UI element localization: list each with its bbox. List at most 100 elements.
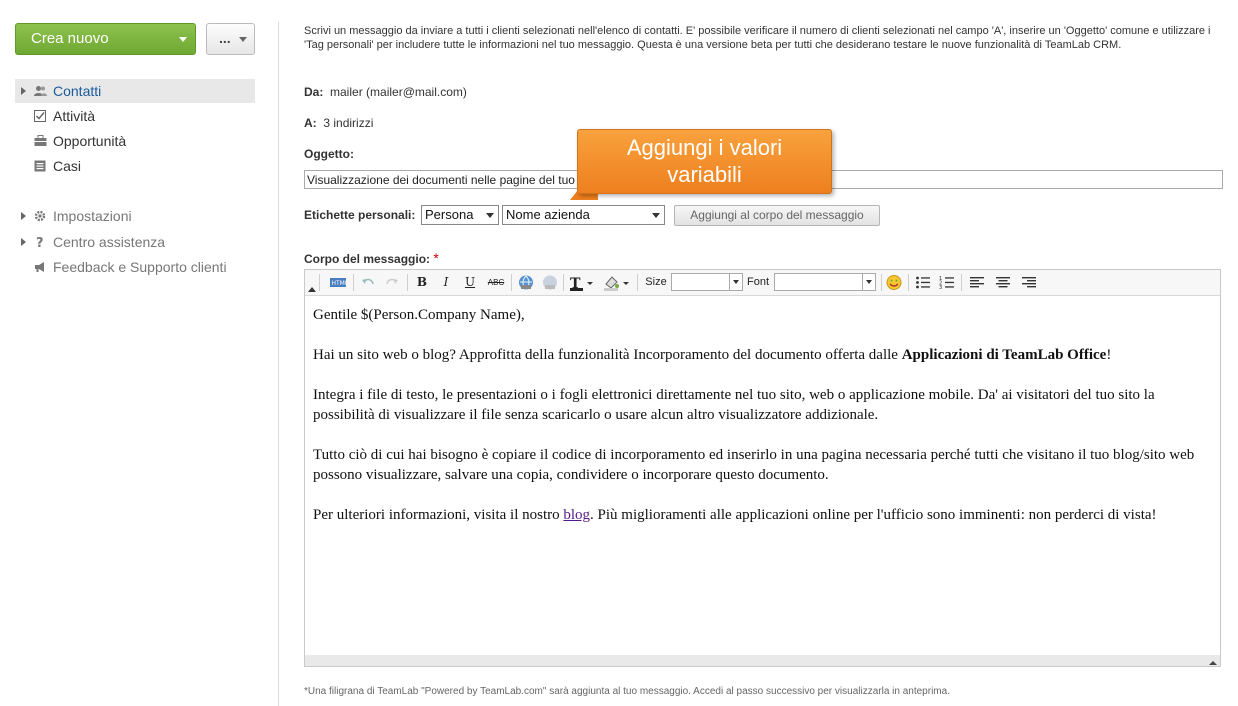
chevron-down-icon	[866, 280, 872, 284]
message-editor: HTML B I U ABC T Size Font 123 Gentile $…	[304, 269, 1221, 667]
sidebar: Crea nuovo ... Contatti Attività Opportu…	[0, 0, 278, 706]
bold-button[interactable]: B	[415, 274, 429, 291]
from-value: mailer (mailer@mail.com)	[330, 85, 467, 99]
remove-link-icon[interactable]	[541, 274, 559, 291]
personal-tags-label-text: Etichette personali:	[304, 208, 416, 222]
body-paragraph: Integra i file di testo, le presentazion…	[313, 387, 1155, 423]
editor-toolbar: HTML B I U ABC T Size Font 123	[305, 270, 1220, 296]
align-left-icon[interactable]	[969, 274, 985, 291]
from-row: Da: mailer (mailer@mail.com)	[304, 85, 467, 99]
highlight-color-icon[interactable]	[603, 274, 631, 291]
svg-text:3: 3	[939, 285, 942, 291]
toolbar-separator	[511, 274, 512, 291]
sidebar-item-contacts[interactable]: Contatti	[15, 79, 255, 103]
intro-text: Scrivi un messaggio da inviare a tutti i…	[304, 25, 1211, 51]
add-to-body-button[interactable]: Aggiungi al corpo del messaggio	[674, 205, 880, 226]
to-label: A:	[304, 116, 317, 130]
body-paragraph: Tutto ciò di cui hai bisogno è copiare i…	[313, 447, 1195, 483]
sidebar-item-label: Casi	[53, 158, 82, 174]
toolbar-separator	[881, 274, 882, 291]
underline-button[interactable]: U	[463, 274, 477, 291]
font-size-label: Size	[645, 276, 667, 288]
body-text: Hai un sito web o blog? Approfitta della…	[313, 347, 902, 363]
sidebar-item-label: Impostazioni	[53, 208, 132, 224]
body-label: Corpo del messaggio: *	[304, 250, 439, 266]
font-family-select[interactable]	[774, 273, 876, 291]
body-bold-text: Applicazioni di TeamLab Office	[901, 347, 1107, 363]
combo-divider	[729, 274, 730, 290]
to-value: 3 indirizzi	[323, 116, 374, 130]
toolbar-separator	[563, 274, 564, 291]
toolbar-separator	[961, 274, 962, 291]
expand-arrow-icon[interactable]	[21, 212, 26, 220]
create-new-button[interactable]: Crea nuovo	[15, 23, 196, 55]
create-new-label: Crea nuovo	[31, 30, 109, 47]
sidebar-item-label: Attività	[53, 108, 96, 124]
toolbar-separator	[637, 274, 638, 291]
subject-label: Oggetto:	[304, 147, 354, 161]
sidebar-item-label: Centro assistenza	[53, 234, 166, 250]
expand-arrow-icon[interactable]	[21, 87, 26, 95]
svg-text:?: ?	[36, 236, 44, 248]
chevron-down-icon	[239, 37, 247, 42]
contacts-icon	[34, 86, 47, 96]
tag-type-select[interactable]: Persona	[421, 205, 499, 225]
font-family-label: Font	[747, 276, 770, 288]
body-greeting: Gentile $(Person.Company Name),	[313, 307, 525, 323]
opportunities-icon	[34, 135, 47, 146]
body-paragraph: Per ulteriori informazioni, visita il no…	[313, 505, 1213, 525]
sidebar-item-help-center[interactable]: ? Centro assistenza	[15, 230, 255, 254]
tasks-icon	[34, 110, 46, 122]
more-actions-label: ...	[219, 30, 231, 46]
expand-arrow-icon[interactable]	[21, 238, 26, 246]
chevron-down-icon	[486, 213, 494, 218]
sidebar-item-label: Contatti	[53, 83, 102, 99]
resize-handle-icon[interactable]	[1209, 661, 1217, 665]
chevron-down-icon	[179, 37, 187, 42]
svg-text:HTML: HTML	[332, 280, 348, 287]
strikethrough-button[interactable]: ABC	[485, 274, 507, 291]
numbered-list-icon[interactable]: 123	[939, 274, 955, 291]
combo-divider	[862, 274, 863, 290]
sidebar-item-label: Opportunità	[53, 133, 127, 149]
align-center-icon[interactable]	[995, 274, 1011, 291]
chevron-down-icon	[733, 280, 739, 284]
message-body-content[interactable]: Gentile $(Person.Company Name), Hai un s…	[313, 305, 1213, 545]
tag-field-value: Nome azienda	[506, 207, 590, 222]
italic-button[interactable]: I	[439, 274, 453, 291]
blog-link[interactable]: blog	[563, 507, 590, 523]
cases-icon	[34, 160, 46, 172]
source-html-icon[interactable]: HTML	[329, 274, 347, 291]
bulleted-list-icon[interactable]	[915, 274, 931, 291]
sidebar-item-tasks[interactable]: Attività	[15, 104, 255, 128]
body-label-text: Corpo del messaggio:	[304, 252, 431, 266]
toolbar-separator	[908, 274, 909, 291]
undo-icon[interactable]	[361, 274, 375, 291]
font-size-select[interactable]	[671, 273, 743, 291]
sidebar-item-feedback[interactable]: Feedback e Supporto clienti	[15, 255, 255, 279]
subject-label-text: Oggetto:	[304, 147, 354, 161]
align-right-icon[interactable]	[1021, 274, 1037, 291]
sidebar-divider	[278, 22, 279, 706]
personal-tags-label: Etichette personali:	[304, 208, 415, 222]
redo-icon[interactable]	[385, 274, 399, 291]
sidebar-item-opportunities[interactable]: Opportunità	[15, 129, 255, 153]
more-actions-button[interactable]: ...	[206, 23, 255, 55]
from-label: Da:	[304, 85, 324, 99]
gear-icon	[34, 210, 46, 222]
body-paragraph: Hai un sito web o blog? Approfitta della…	[313, 345, 1213, 365]
body-text: Per ulteriori informazioni, visita il no…	[313, 507, 564, 523]
tag-field-select[interactable]: Nome azienda	[502, 205, 665, 225]
callout-line: Aggiungi i valori	[626, 135, 783, 160]
callout-line: variabili	[667, 162, 742, 187]
required-mark: *	[433, 250, 439, 266]
emoticon-icon[interactable]	[885, 274, 903, 291]
sidebar-item-cases[interactable]: Casi	[15, 154, 255, 178]
insert-link-icon[interactable]	[517, 274, 535, 291]
sidebar-item-label: Feedback e Supporto clienti	[53, 259, 227, 275]
collapse-toolbar-icon[interactable]	[308, 284, 316, 292]
text-color-icon[interactable]: T	[569, 274, 595, 291]
sidebar-item-settings[interactable]: Impostazioni	[15, 204, 255, 228]
megaphone-icon	[35, 262, 44, 272]
help-icon: ?	[36, 236, 44, 248]
